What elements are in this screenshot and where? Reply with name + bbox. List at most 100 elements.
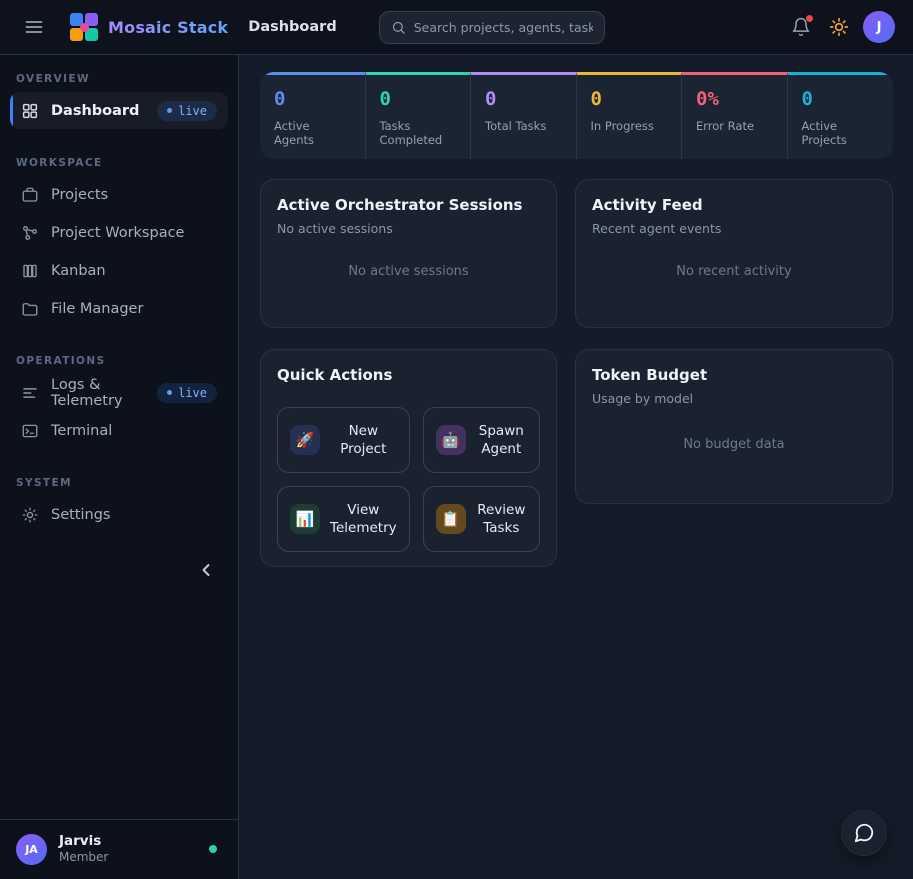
live-badge-label: live — [178, 104, 207, 118]
stat-value: 0 — [274, 88, 351, 110]
sidebar-item-label: Settings — [51, 507, 110, 523]
review-tasks-button[interactable]: 📋 Review Tasks — [423, 486, 540, 552]
briefcase-icon — [21, 186, 39, 204]
new-project-button[interactable]: 🚀 New Project — [277, 407, 410, 473]
stat-value: 0 — [485, 88, 562, 110]
stat-label: Error Rate — [696, 119, 773, 133]
section-workspace: WORKSPACE Projects Project Workspace — [0, 130, 238, 328]
empty-state-text: No budget data — [592, 406, 876, 489]
user-avatar[interactable]: J — [863, 11, 895, 43]
quick-action-label: Review Tasks — [476, 501, 527, 537]
active-accent-bar — [10, 92, 13, 129]
search-input[interactable] — [414, 20, 593, 35]
stat-label: Total Tasks — [485, 119, 562, 133]
logo-center-dot — [80, 23, 89, 32]
section-overview: OVERVIEW Dashboard live — [0, 65, 238, 130]
sidebar-item-projects[interactable]: Projects — [10, 176, 228, 213]
sidebar-item-label: File Manager — [51, 301, 143, 317]
sidebar-item-label: Project Workspace — [51, 225, 184, 241]
theme-toggle-button[interactable] — [825, 13, 853, 41]
brand-title: Mosaic Stack — [108, 18, 228, 37]
live-badge: live — [157, 101, 217, 121]
sidebar-item-label: Terminal — [51, 423, 112, 439]
online-status-dot — [209, 845, 217, 853]
robot-icon: 🤖 — [436, 425, 466, 455]
live-dot-icon — [167, 390, 172, 395]
live-badge-label: live — [178, 386, 207, 400]
card-subtitle: Recent agent events — [592, 221, 876, 236]
quick-action-label: New Project — [330, 422, 397, 458]
sidebar-item-kanban[interactable]: Kanban — [10, 252, 228, 289]
sidebar-item-logs-telemetry[interactable]: Logs & Telemetry live — [10, 374, 228, 411]
mosaic-logo-icon — [70, 13, 98, 41]
stats-row: 0 Active Agents 0 Tasks Completed 0 Tota… — [260, 72, 893, 159]
search-icon — [391, 20, 406, 35]
chat-bubble-icon — [853, 822, 875, 844]
live-dot-icon — [167, 108, 172, 113]
stat-card-total-tasks: 0 Total Tasks — [471, 72, 577, 159]
settings-gear-icon — [21, 506, 39, 524]
main-content: 0 Active Agents 0 Tasks Completed 0 Tota… — [239, 55, 913, 879]
global-search — [379, 11, 605, 44]
user-avatar-initials: JA — [16, 834, 47, 865]
sidebar-item-dashboard[interactable]: Dashboard live — [10, 92, 228, 129]
sidebar-item-label: Dashboard — [51, 103, 139, 119]
section-label-operations: OPERATIONS — [16, 355, 222, 367]
nodes-icon — [21, 224, 39, 242]
notification-dot — [806, 15, 813, 22]
section-label-system: SYSTEM — [16, 477, 222, 489]
stat-card-tasks-completed: 0 Tasks Completed — [366, 72, 472, 159]
card-title: Token Budget — [592, 366, 876, 384]
topbar: Mosaic Stack Dashboard J — [0, 0, 913, 55]
stat-label: Tasks Completed — [380, 119, 457, 147]
chat-fab-button[interactable] — [841, 810, 887, 856]
log-lines-icon — [21, 384, 39, 402]
card-title: Activity Feed — [592, 196, 876, 214]
view-telemetry-button[interactable]: 📊 View Telemetry — [277, 486, 410, 552]
user-profile[interactable]: JA Jarvis Member — [0, 819, 238, 879]
bar-chart-emoji: 📊 — [296, 510, 315, 528]
chevron-left-icon — [196, 560, 216, 580]
cards-grid: Active Orchestrator Sessions No active s… — [260, 179, 893, 567]
stat-card-error-rate: 0% Error Rate — [682, 72, 788, 159]
kanban-columns-icon — [21, 262, 39, 280]
stat-value: 0% — [696, 88, 773, 110]
empty-state-text: No recent activity — [592, 236, 876, 313]
spawn-agent-button[interactable]: 🤖 Spawn Agent — [423, 407, 540, 473]
sun-icon — [829, 17, 849, 37]
sidebar-collapse-button[interactable] — [196, 560, 216, 580]
section-operations: OPERATIONS Logs & Telemetry live Ter — [0, 328, 238, 450]
quick-actions-grid: 🚀 New Project 🤖 Spawn Agent 📊 View Telem… — [277, 407, 540, 552]
clipboard-emoji: 📋 — [441, 510, 460, 528]
bar-chart-icon: 📊 — [290, 504, 320, 534]
empty-state-text: No active sessions — [277, 236, 540, 313]
stat-value: 0 — [591, 88, 668, 110]
terminal-icon — [21, 422, 39, 440]
sidebar-item-file-manager[interactable]: File Manager — [10, 290, 228, 327]
hamburger-menu-button[interactable] — [20, 13, 48, 41]
topbar-actions: J — [787, 11, 895, 43]
quick-action-label: View Telemetry — [330, 501, 397, 537]
stat-label: Active Projects — [802, 119, 880, 147]
sidebar-item-settings[interactable]: Settings — [10, 496, 228, 533]
stat-label: In Progress — [591, 119, 668, 133]
stat-value: 0 — [380, 88, 457, 110]
rocket-icon: 🚀 — [290, 425, 320, 455]
hamburger-icon — [24, 17, 44, 37]
card-subtitle: Usage by model — [592, 391, 876, 406]
quick-actions-card: Quick Actions 🚀 New Project 🤖 Spawn Agen… — [260, 349, 557, 567]
sidebar-item-terminal[interactable]: Terminal — [10, 412, 228, 449]
notifications-button[interactable] — [787, 13, 815, 41]
activity-feed-card: Activity Feed Recent agent events No rec… — [575, 179, 893, 328]
user-role: Member — [59, 850, 108, 866]
stat-label: Active Agents — [274, 119, 351, 147]
card-title: Active Orchestrator Sessions — [277, 196, 540, 214]
live-badge: live — [157, 383, 217, 403]
card-subtitle: No active sessions — [277, 221, 540, 236]
stat-card-active-agents: 0 Active Agents — [260, 72, 366, 159]
quick-action-label: Spawn Agent — [476, 422, 527, 458]
card-title: Quick Actions — [277, 366, 540, 384]
active-sessions-card: Active Orchestrator Sessions No active s… — [260, 179, 557, 328]
sidebar-item-project-workspace[interactable]: Project Workspace — [10, 214, 228, 251]
section-system: SYSTEM Settings — [0, 450, 238, 534]
